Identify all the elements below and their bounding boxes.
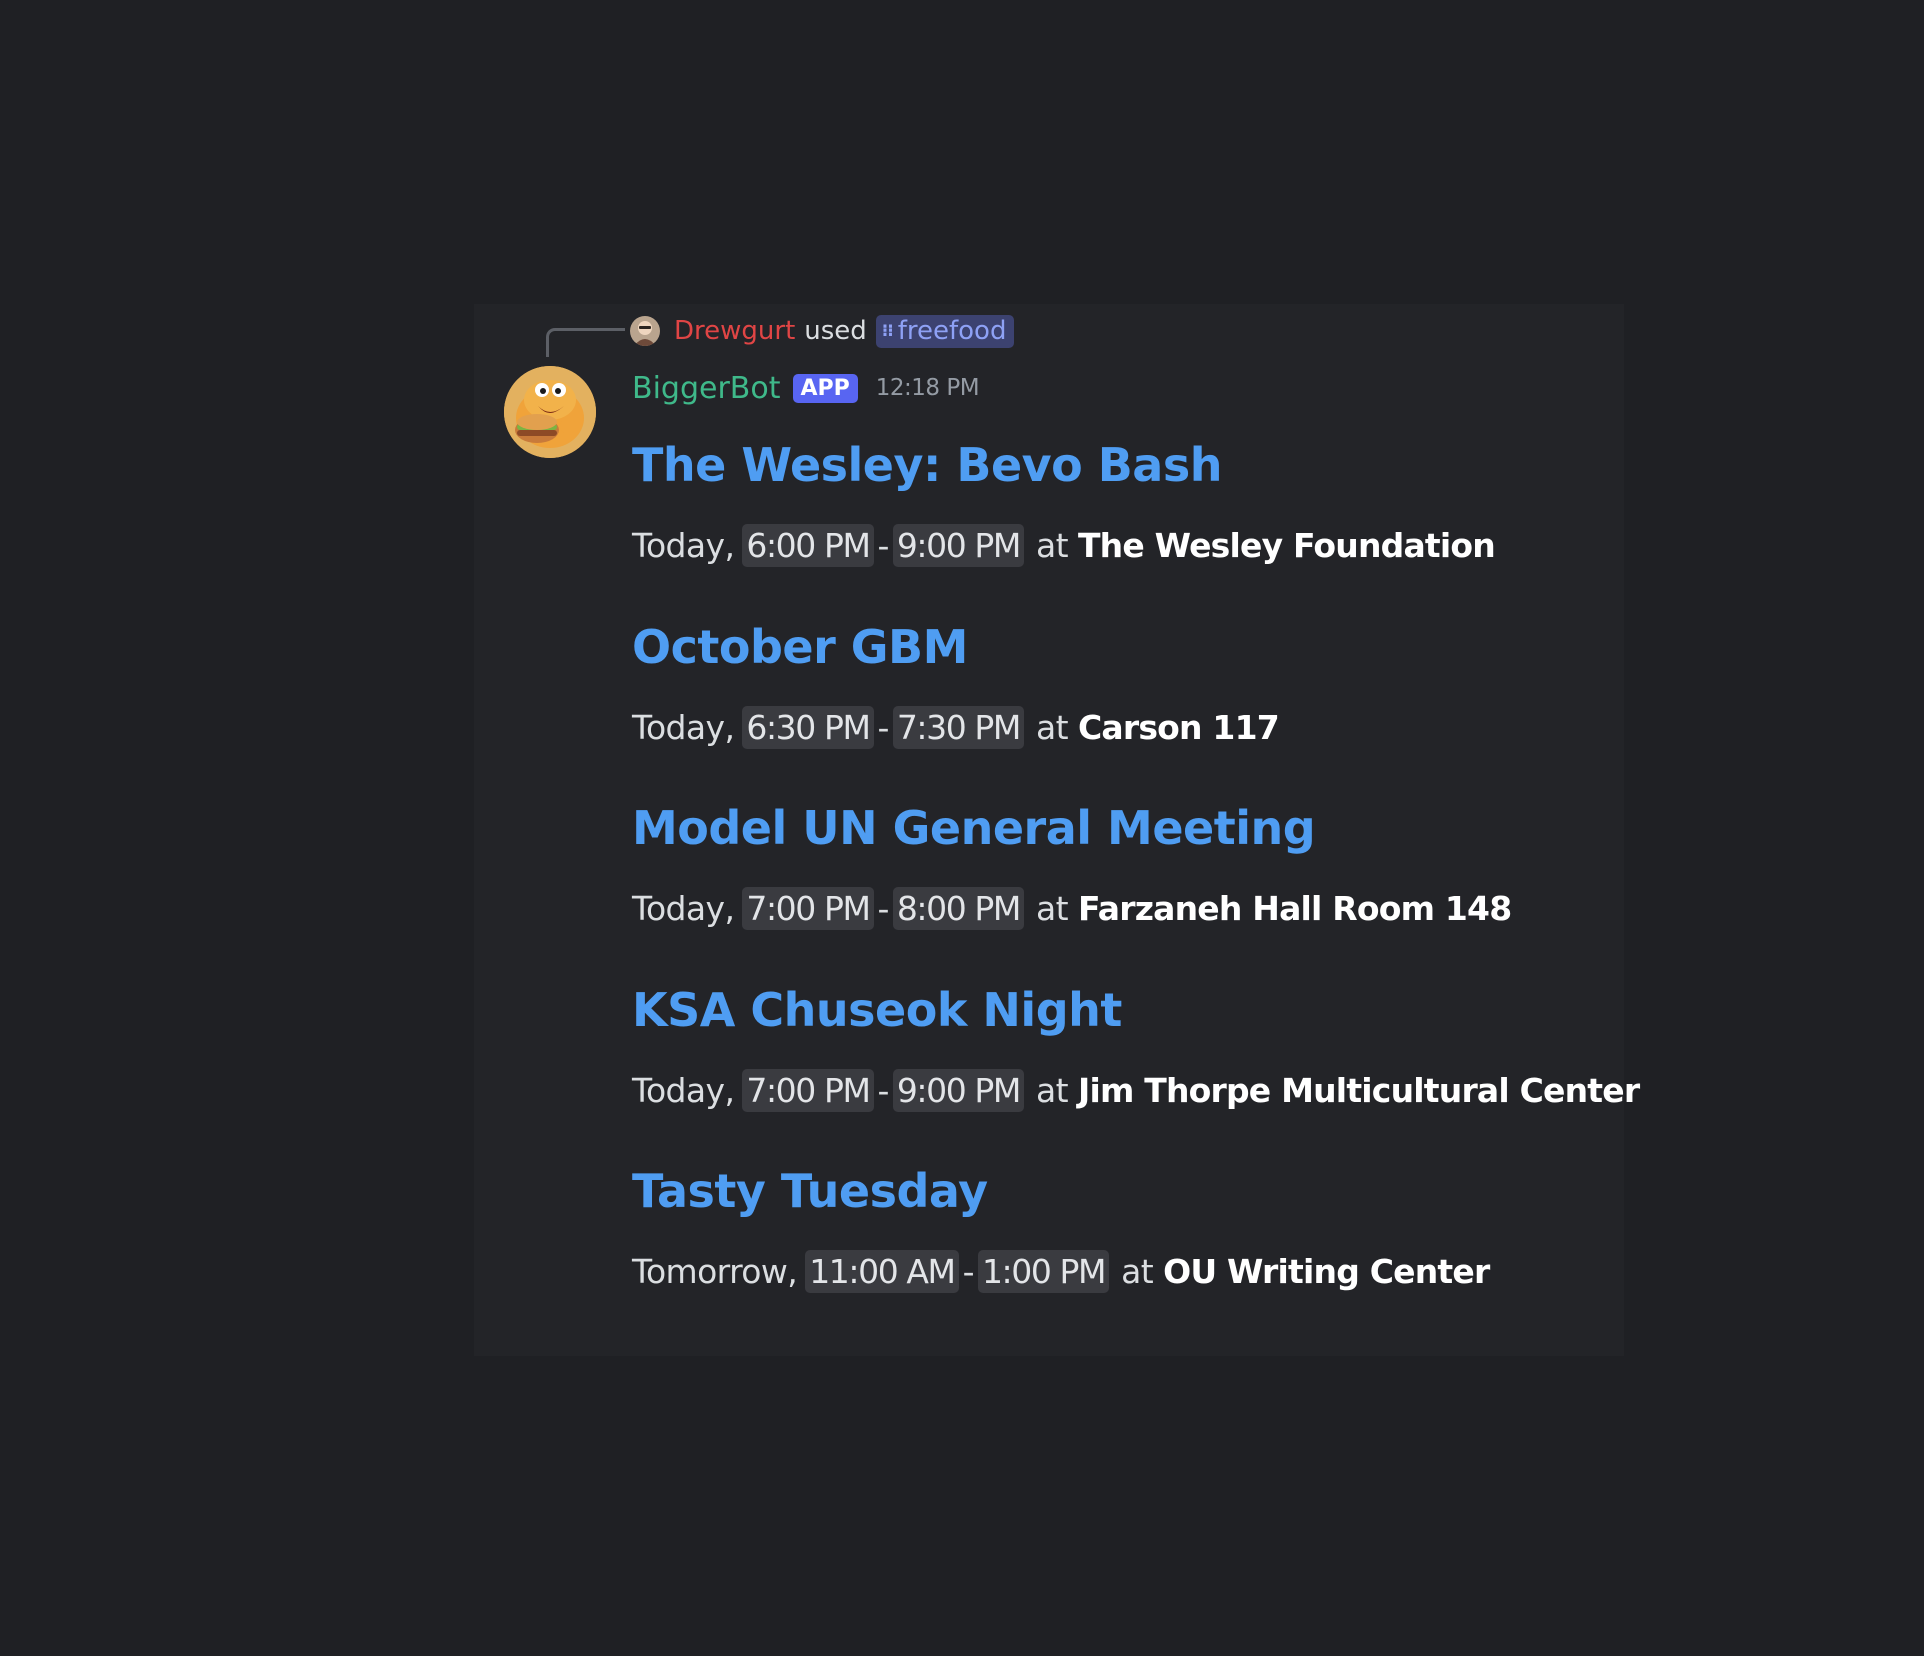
time-separator: - — [877, 707, 890, 747]
reply-verb-text: used — [804, 316, 867, 346]
message-header: BiggerBot APP 12:18 PM — [632, 366, 980, 410]
event-schedule: Today, 7:00 PM - 8:00 PM at Farzaneh Hal… — [632, 883, 1512, 933]
app-badge: APP — [792, 373, 858, 403]
event-day: Today, — [632, 525, 735, 565]
event-item: The Wesley: Bevo Bash Today, 6:00 PM - 9… — [632, 435, 1612, 567]
event-location: OU Writing Center — [1163, 1251, 1490, 1291]
event-day: Today, — [632, 707, 735, 747]
event-start-time[interactable]: 6:00 PM — [742, 523, 874, 567]
event-day: Today, — [632, 888, 735, 928]
reply-username[interactable]: Drewgurt — [674, 316, 795, 346]
event-end-time[interactable]: 8:00 PM — [892, 886, 1024, 930]
slash-command-chip[interactable]: ⁝⁝ freefood — [875, 314, 1015, 348]
user-avatar-small[interactable] — [630, 316, 660, 346]
time-separator: - — [877, 525, 890, 565]
time-separator: - — [962, 1251, 975, 1291]
message-timestamp[interactable]: 12:18 PM — [876, 375, 980, 401]
event-end-time[interactable]: 9:00 PM — [892, 523, 1024, 567]
at-label: at — [1036, 1070, 1069, 1110]
app-command-icon: ⁝⁝ — [881, 320, 894, 341]
reply-connector-line — [546, 328, 625, 357]
event-schedule: Today, 6:30 PM - 7:30 PM at Carson 117 — [632, 702, 1280, 752]
event-location: Jim Thorpe Multicultural Center — [1077, 1070, 1640, 1110]
event-title[interactable]: Tasty Tuesday — [632, 1161, 1612, 1221]
event-title[interactable]: The Wesley: Bevo Bash — [632, 435, 1612, 495]
event-end-time[interactable]: 1:00 PM — [977, 1249, 1110, 1293]
event-end-time[interactable]: 9:00 PM — [892, 1068, 1024, 1112]
at-label: at — [1036, 888, 1069, 928]
at-label: at — [1036, 707, 1069, 747]
at-label: at — [1036, 525, 1069, 565]
event-start-time[interactable]: 7:00 PM — [742, 1068, 874, 1112]
event-item: KSA Chuseok Night Today, 7:00 PM - 9:00 … — [632, 980, 1640, 1112]
event-title[interactable]: Model UN General Meeting — [632, 798, 1612, 858]
event-location: Farzaneh Hall Room 148 — [1077, 888, 1512, 928]
event-schedule: Today, 6:00 PM - 9:00 PM at The Wesley F… — [632, 520, 1496, 570]
event-start-time[interactable]: 7:00 PM — [742, 886, 874, 930]
event-end-time[interactable]: 7:30 PM — [892, 705, 1024, 749]
bot-username[interactable]: BiggerBot — [632, 371, 781, 406]
event-start-time[interactable]: 11:00 AM — [805, 1249, 959, 1293]
event-start-time[interactable]: 6:30 PM — [742, 705, 874, 749]
command-reply-line[interactable]: Drewgurt used ⁝⁝ freefood — [630, 313, 1015, 349]
event-item: Tasty Tuesday Tomorrow, 11:00 AM - 1:00 … — [632, 1161, 1612, 1293]
bot-avatar[interactable] — [504, 366, 596, 458]
at-label: at — [1121, 1251, 1154, 1291]
event-day: Today, — [632, 1070, 735, 1110]
event-schedule: Tomorrow, 11:00 AM - 1:00 PM at OU Writi… — [632, 1246, 1490, 1296]
event-title[interactable]: October GBM — [632, 617, 1612, 677]
time-separator: - — [877, 888, 890, 928]
event-schedule: Today, 7:00 PM - 9:00 PM at Jim Thorpe M… — [632, 1065, 1640, 1115]
time-separator: - — [877, 1070, 890, 1110]
event-day: Tomorrow, — [632, 1251, 798, 1291]
command-name: freefood — [897, 315, 1007, 346]
event-item: October GBM Today, 6:30 PM - 7:30 PM at … — [632, 617, 1612, 749]
event-item: Model UN General Meeting Today, 7:00 PM … — [632, 798, 1612, 930]
event-location: The Wesley Foundation — [1077, 525, 1496, 565]
event-location: Carson 117 — [1077, 707, 1280, 747]
bot-message: Drewgurt used ⁝⁝ freefood BiggerBot APP … — [474, 304, 1640, 1356]
event-title[interactable]: KSA Chuseok Night — [632, 980, 1612, 1040]
